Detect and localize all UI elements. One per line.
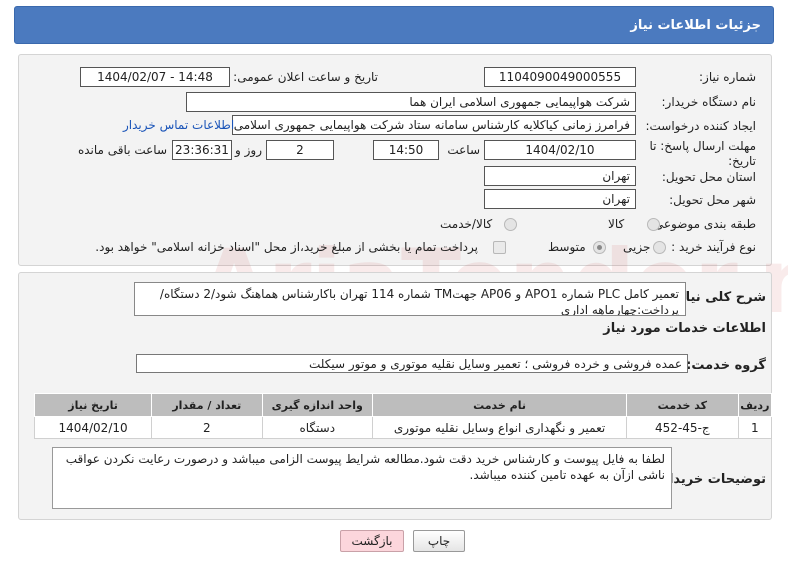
cell-service-name: تعمیر و نگهداری انواع وسایل نقلیه موتوری (372, 416, 628, 439)
back-button[interactable]: بازگشت (340, 530, 404, 552)
cell-row-number: 1 (737, 416, 773, 439)
services-section-title: اطلاعات خدمات مورد نیاز (603, 321, 766, 336)
service-group-label: گروه خدمت: (686, 358, 766, 373)
process-option-medium: متوسط (548, 240, 586, 254)
contact-buyer-link[interactable]: اطلاعات تماس خریدار (123, 118, 234, 132)
buyer-org-label: نام دستگاه خریدار: (661, 95, 757, 109)
remaining-time-field[interactable]: 23:36:31 (172, 140, 232, 160)
treasury-payment-checkbox[interactable] (493, 241, 506, 254)
process-radio-minor[interactable] (653, 241, 666, 254)
creator-field[interactable]: فرامرز زمانی کیاکلایه کارشناس سامانه ستا… (232, 115, 636, 135)
deadline-label: مهلت ارسال پاسخ: تا تاریخ: (649, 139, 756, 168)
print-button[interactable]: چاپ (413, 530, 465, 552)
city-field[interactable]: تهران (484, 189, 636, 209)
buyer-notes-textarea[interactable]: لطفا به فایل پیوست و کارشناس خرید دقت شو… (52, 447, 672, 509)
col-header-need-date: تاریخ نیاز (33, 393, 153, 417)
province-field[interactable]: تهران (484, 166, 636, 186)
cell-unit: دستگاه (261, 416, 374, 439)
province-label: استان محل تحویل: (661, 170, 756, 184)
category-radio-goods[interactable] (647, 218, 660, 231)
col-header-quantity: تعداد / مقدار (151, 393, 263, 417)
col-header-row-number: ردیف (737, 393, 773, 417)
category-option-goods-service: کالا/خدمت (440, 217, 493, 231)
page-title-bar: جزئیات اطلاعات نیاز (14, 6, 774, 44)
category-label: طبقه بندی موضوعی: (649, 217, 756, 231)
page-title: جزئیات اطلاعات نیاز (630, 17, 761, 33)
cell-quantity: 2 (151, 416, 263, 439)
deadline-time-field[interactable]: 14:50 (373, 140, 439, 160)
buyer-org-field[interactable]: شرکت هواپیمایی جمهوری اسلامی ایران هما (186, 92, 636, 112)
table-row[interactable]: 1 ج-45-452 تعمیر و نگهداری انواع وسایل ن… (33, 416, 773, 439)
need-number-label: شماره نیاز: (699, 70, 756, 84)
city-label: شهر محل تحویل: (669, 193, 756, 207)
deadline-date-field[interactable]: 1404/02/10 (484, 140, 636, 160)
table-header-row: ردیف کد خدمت نام خدمت واحد اندازه گیری ت… (33, 393, 773, 417)
days-field[interactable]: 2 (266, 140, 334, 160)
process-option-minor: جزیی (623, 240, 651, 254)
creator-label: ایجاد کننده درخواست: (645, 119, 756, 133)
announce-field[interactable]: 1404/02/07 - 14:48 (80, 67, 230, 87)
col-header-service-code: کد خدمت (626, 393, 739, 417)
description-label: شرح کلی نیاز: (672, 290, 766, 305)
col-header-unit: واحد اندازه گیری (261, 393, 374, 417)
announce-label: تاریخ و ساعت اعلان عمومی: (233, 70, 378, 84)
description-textarea[interactable]: تعمیر کامل PLC شماره APO1 و AP06 جهتTM ش… (134, 282, 686, 316)
category-radio-goods-service[interactable] (504, 218, 517, 231)
process-label: نوع فرآیند خرید : (671, 240, 756, 254)
col-header-service-name: نام خدمت (372, 393, 628, 417)
process-radio-medium[interactable] (593, 241, 606, 254)
service-group-field[interactable]: عمده فروشی و خرده فروشی ؛ تعمیر وسایل نق… (136, 354, 688, 373)
days-label: روز و (235, 143, 262, 157)
cell-service-code: ج-45-452 (626, 416, 739, 439)
need-number-field[interactable]: 1104090049000555 (484, 67, 636, 87)
buyer-notes-label: توضیحات خریدار: (656, 472, 766, 487)
services-table: ردیف کد خدمت نام خدمت واحد اندازه گیری ت… (33, 393, 773, 439)
remaining-label: ساعت باقی مانده (77, 143, 167, 157)
treasury-payment-note: پرداخت تمام یا بخشی از مبلغ خرید،از محل … (95, 240, 478, 254)
deadline-time-label: ساعت (447, 143, 480, 157)
cell-need-date: 1404/02/10 (33, 416, 153, 439)
category-option-goods: کالا (608, 217, 625, 231)
